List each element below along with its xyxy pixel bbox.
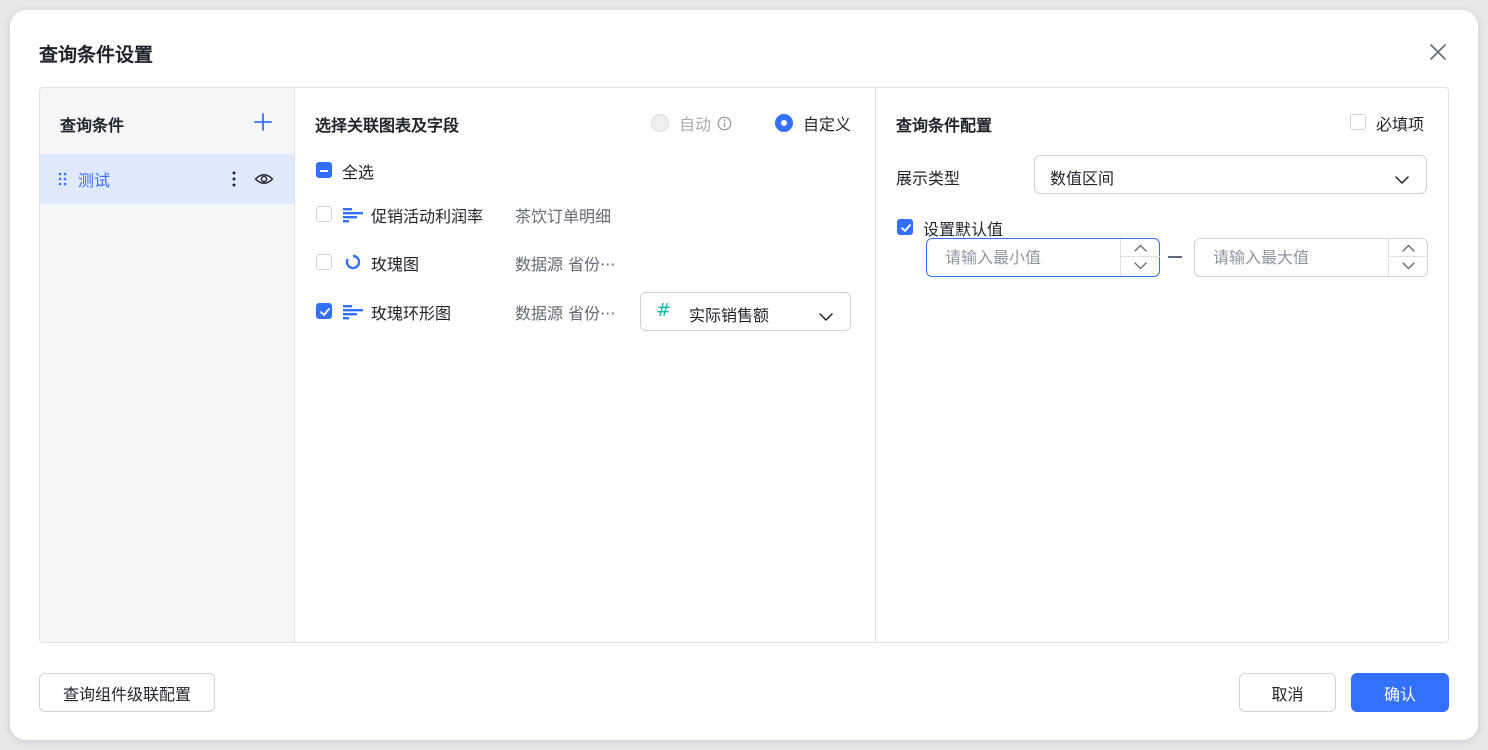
select-all-checkbox[interactable]	[316, 162, 332, 178]
max-value-field[interactable]	[1195, 239, 1388, 276]
chart-source: 茶饮订单明细	[515, 207, 612, 226]
min-value-field[interactable]	[927, 239, 1120, 276]
select-all-label: 全选	[342, 163, 375, 182]
drag-handle-icon[interactable]	[58, 171, 68, 186]
field-select-value: 实际销售额	[689, 306, 770, 325]
chart-name: 玫瑰环形图	[371, 304, 452, 323]
chart-source: 数据源 省份···	[515, 304, 616, 323]
condition-item-test[interactable]: 测试	[40, 154, 294, 204]
bar-chart-icon	[343, 304, 363, 320]
dialog-title: 查询条件设置	[39, 44, 154, 66]
min-value-input[interactable]	[926, 238, 1160, 277]
max-stepper	[1388, 239, 1428, 276]
chevron-down-icon	[1394, 170, 1410, 184]
query-settings-dialog: 查询条件设置 查询条件 测试 选择关联图表及字段 自动 自定义 全选 促销活动利…	[10, 10, 1478, 740]
info-icon	[717, 116, 732, 131]
eye-icon[interactable]	[254, 170, 274, 188]
more-vertical-icon[interactable]	[230, 169, 238, 189]
config-title: 查询条件配置	[896, 116, 993, 135]
ring-chart-icon	[345, 254, 365, 270]
chart-source: 数据源 省份···	[515, 255, 616, 274]
decrement-icon[interactable]	[1121, 257, 1160, 275]
chart-row-checkbox[interactable]	[316, 303, 332, 319]
number-field-icon: #	[656, 300, 672, 321]
mode-custom-radio[interactable]: 自定义	[775, 111, 851, 135]
charts-column: 选择关联图表及字段 自动 自定义 全选 促销活动利润率 茶饮订单明细 玫瑰图 数…	[295, 88, 876, 642]
radio-disabled-icon	[651, 114, 669, 132]
cancel-button[interactable]: 取消	[1239, 673, 1336, 712]
mode-custom-label: 自定义	[803, 115, 852, 134]
max-value-input[interactable]	[1194, 238, 1428, 277]
mode-auto-radio[interactable]: 自动	[651, 111, 732, 135]
chart-name: 促销活动利润率	[371, 207, 484, 226]
conditions-title: 查询条件	[60, 116, 125, 135]
required-checkbox[interactable]	[1350, 114, 1366, 130]
settings-panels: 查询条件 测试 选择关联图表及字段 自动 自定义 全选 促销活动利润率 茶饮订单…	[39, 87, 1449, 643]
radio-checked-icon	[775, 114, 793, 132]
range-separator	[1168, 256, 1182, 258]
display-type-value: 数值区间	[1050, 169, 1115, 188]
increment-icon[interactable]	[1389, 239, 1428, 257]
chart-row-checkbox[interactable]	[316, 206, 332, 222]
charts-title: 选择关联图表及字段	[315, 116, 460, 135]
decrement-icon[interactable]	[1389, 257, 1428, 275]
conditions-column: 查询条件 测试	[40, 88, 295, 642]
cascade-config-button[interactable]: 查询组件级联配置	[39, 673, 215, 712]
config-column: 查询条件配置 必填项 展示类型 数值区间 设置默认值	[876, 88, 1448, 642]
confirm-button[interactable]: 确认	[1351, 673, 1449, 712]
chart-name: 玫瑰图	[371, 255, 420, 274]
chevron-down-icon	[818, 307, 834, 321]
bar-chart-icon	[343, 207, 363, 223]
display-type-select[interactable]: 数值区间	[1034, 155, 1427, 194]
field-select[interactable]: # 实际销售额	[640, 292, 851, 331]
close-icon[interactable]	[1428, 42, 1448, 62]
default-value-checkbox[interactable]	[897, 219, 913, 235]
condition-label: 测试	[78, 171, 111, 190]
required-label: 必填项	[1376, 115, 1425, 134]
mode-auto-label: 自动	[679, 115, 712, 134]
chart-row-checkbox[interactable]	[316, 254, 332, 270]
add-condition-icon[interactable]	[253, 112, 273, 132]
increment-icon[interactable]	[1121, 239, 1160, 257]
min-stepper	[1120, 239, 1160, 276]
default-value-label: 设置默认值	[923, 220, 1004, 239]
display-type-label: 展示类型	[896, 169, 961, 188]
